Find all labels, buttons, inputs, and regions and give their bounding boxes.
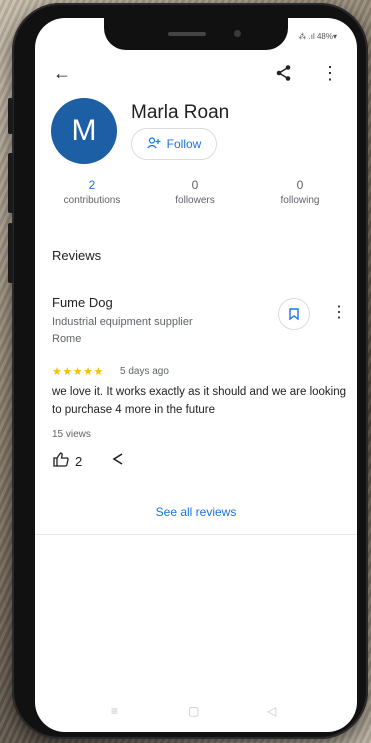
stat-following[interactable]: 0 following xyxy=(255,178,345,206)
review-place-location: Rome xyxy=(52,333,82,345)
follow-label: Follow xyxy=(166,137,202,151)
bookmark-icon[interactable] xyxy=(278,298,310,330)
front-camera xyxy=(234,30,241,37)
rating-stars: ★★★★★ xyxy=(52,366,104,378)
follow-button[interactable]: Follow xyxy=(131,128,217,160)
review-place-name[interactable]: Fume Dog xyxy=(52,295,113,310)
stat-label: following xyxy=(280,195,320,206)
thumbs-up-icon xyxy=(53,452,69,470)
divider xyxy=(35,534,357,535)
like-button[interactable]: 2 xyxy=(53,452,82,470)
phone-side-button xyxy=(8,98,13,134)
review-more-icon[interactable]: ⋮ xyxy=(331,302,347,322)
top-app-bar: ← ⋮ xyxy=(35,64,357,90)
stat-label: followers xyxy=(175,195,215,206)
share-icon-svg xyxy=(276,65,291,81)
notch xyxy=(104,18,288,50)
back-nav-icon[interactable]: ◁ xyxy=(267,704,276,718)
back-arrow-icon[interactable]: ← xyxy=(53,64,71,82)
see-all-reviews-link[interactable]: See all reviews xyxy=(35,505,357,519)
stat-followers[interactable]: 0 followers xyxy=(150,178,240,206)
stat-label: contributions xyxy=(63,195,121,206)
home-icon[interactable]: ▢ xyxy=(188,704,199,718)
stat-value: 2 xyxy=(88,178,96,192)
review-share-icon[interactable] xyxy=(111,452,125,469)
system-nav-bar: ≡ ▢ ◁ xyxy=(35,704,357,724)
phone-side-button xyxy=(8,153,13,213)
share-icon[interactable] xyxy=(275,64,293,85)
avatar[interactable]: M xyxy=(51,98,117,164)
review-views: 15 views xyxy=(52,429,91,440)
stat-contributions[interactable]: 2 contributions xyxy=(47,178,137,206)
like-count: 2 xyxy=(75,453,83,469)
stat-value: 0 xyxy=(191,178,199,192)
reviews-heading: Reviews xyxy=(52,248,102,263)
status-bar: ⁂ .ıl 48%▾ xyxy=(298,32,337,41)
review-text: we love it. It works exactly as it shoul… xyxy=(52,386,347,416)
review-place-type: Industrial equipment supplier xyxy=(52,316,193,328)
phone-screen: ⁂ .ıl 48%▾ ← ⋮ M Marla Roan Follow 2 con… xyxy=(35,18,357,732)
review-time: 5 days ago xyxy=(120,366,169,377)
recent-apps-icon[interactable]: ≡ xyxy=(111,704,118,718)
phone-side-button xyxy=(8,223,13,283)
more-vert-icon[interactable]: ⋮ xyxy=(321,64,339,82)
add-person-icon xyxy=(146,136,161,152)
stat-value: 0 xyxy=(296,178,304,192)
speaker xyxy=(168,32,206,36)
profile-name: Marla Roan xyxy=(131,102,230,123)
